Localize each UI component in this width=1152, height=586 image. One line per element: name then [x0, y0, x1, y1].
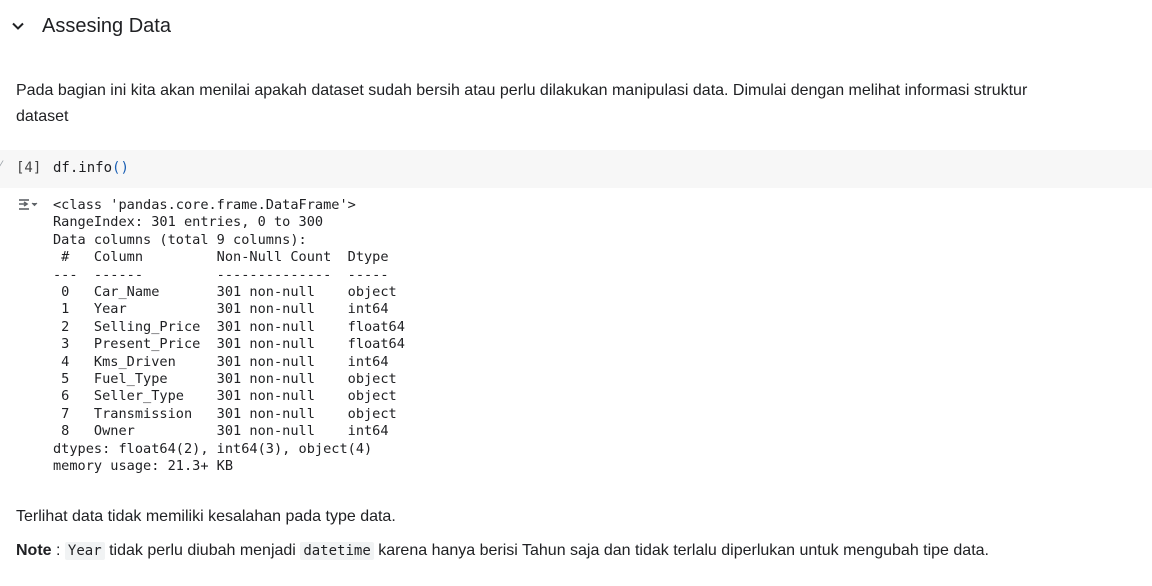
cell-output: <class 'pandas.core.frame.DataFrame'> Ra…	[53, 197, 405, 475]
inline-code-datetime: datetime	[300, 542, 374, 560]
code-parens: ()	[112, 160, 129, 176]
execution-count: [4]	[16, 160, 42, 176]
code-line[interactable]: df.info()	[53, 160, 129, 176]
code-function: df.info	[53, 160, 113, 176]
inline-code-year: Year	[64, 542, 105, 560]
markdown-conclusion: Terlihat data tidak memiliki kesalahan p…	[16, 508, 396, 525]
markdown-note: Note : Year tidak perlu diubah menjadi d…	[16, 542, 989, 560]
note-text-end: karena hanya berisi Tahun saja dan tidak…	[373, 542, 989, 559]
output-collapse-icon[interactable]	[17, 198, 39, 214]
section-title: Assesing Data	[42, 15, 171, 37]
note-label: Note	[16, 542, 52, 559]
markdown-intro-text: Pada bagian ini kita akan menilai apakah…	[16, 82, 1028, 125]
chevron-down-icon[interactable]	[9, 17, 27, 35]
cell-edge-marker: ⁄	[0, 158, 3, 172]
code-cell[interactable]	[0, 150, 1152, 188]
note-text-mid: tidak perlu diubah menjadi	[104, 542, 301, 559]
section-header: Assesing Data	[0, 0, 1152, 56]
note-colon: :	[51, 542, 65, 559]
